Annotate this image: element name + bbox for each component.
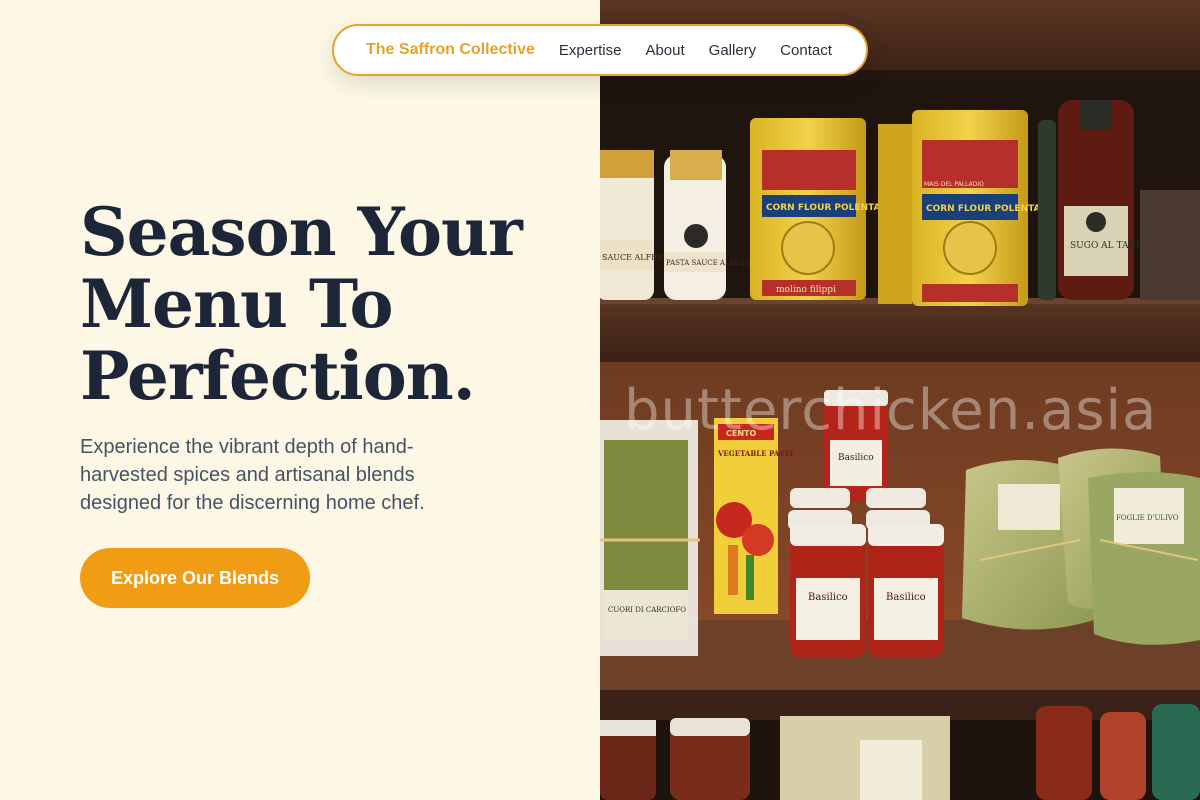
svg-text:Basilico: Basilico (838, 453, 874, 463)
hero-subtext: Experience the vibrant depth of hand-har… (80, 436, 425, 514)
polenta-bag-1: CORN FLOUR POLENTA molino filippi (750, 118, 881, 300)
nav-link-about[interactable]: About (645, 42, 684, 59)
headline-line-1: Season Your (80, 193, 523, 271)
headline-line-2: Menu To (80, 265, 394, 343)
hero-photo: SAUCE ALFREDO PASTA SAUCE ALFREDO CORN F… (600, 0, 1200, 800)
artichoke-box: CUORI DI CARCIOFO (600, 420, 700, 656)
svg-text:CORN FLOUR POLENTA: CORN FLOUR POLENTA (766, 203, 881, 213)
svg-text:Basilico: Basilico (886, 592, 926, 603)
svg-text:MAIS DEL PALLADIO: MAIS DEL PALLADIO (924, 181, 984, 188)
svg-text:Basilico: Basilico (808, 592, 848, 603)
middle-shelf (600, 300, 1200, 362)
explore-blends-button[interactable]: Explore Our Blends (80, 548, 310, 608)
bottom-shelf-items (600, 704, 1200, 800)
pasta-bags: FOGLIE D'ULIVO (962, 448, 1200, 645)
hero-section: Season Your Menu To Perfection. Experien… (0, 0, 600, 800)
polenta-bag-2: MAIS DEL PALLADIO CORN FLOUR POLENTA (878, 110, 1041, 306)
svg-text:molino filippi: molino filippi (776, 285, 836, 295)
hero-headline: Season Your Menu To Perfection. (80, 196, 580, 412)
nav-link-contact[interactable]: Contact (780, 42, 832, 59)
svg-text:CORN FLOUR POLENTA: CORN FLOUR POLENTA (926, 204, 1041, 214)
nav-link-gallery[interactable]: Gallery (709, 42, 757, 59)
watermark-text: butterchicken.asia (624, 378, 1158, 443)
top-navigation: The Saffron Collective Expertise About G… (332, 24, 868, 76)
svg-text:FOGLIE D'ULIVO: FOGLIE D'ULIVO (1116, 514, 1179, 522)
brand-link[interactable]: The Saffron Collective (366, 41, 535, 59)
svg-text:PASTA SAUCE ALFREDO: PASTA SAUCE ALFREDO (666, 259, 756, 267)
svg-text:VEGETABLE PASTE: VEGETABLE PASTE (717, 449, 795, 458)
headline-line-3: Perfection. (80, 337, 476, 415)
nav-link-expertise[interactable]: Expertise (559, 42, 622, 59)
svg-text:CUORI DI CARCIOFO: CUORI DI CARCIOFO (608, 606, 686, 614)
